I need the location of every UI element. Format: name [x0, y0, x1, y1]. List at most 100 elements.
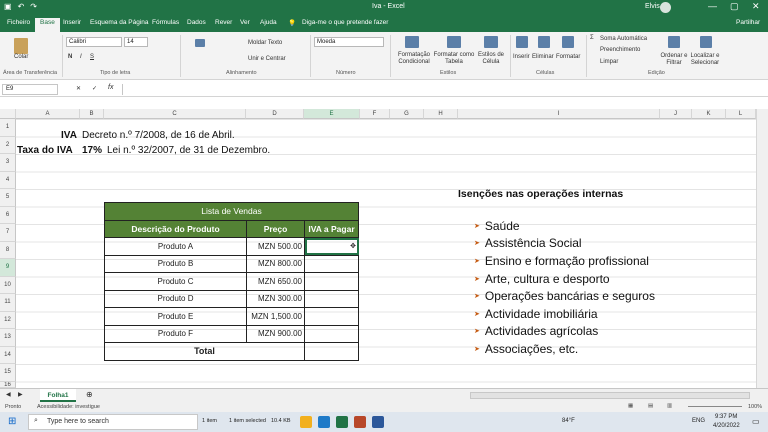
font-size-combo[interactable]: 14	[124, 37, 148, 47]
product-name-cell[interactable]: Produto B	[104, 254, 247, 273]
find-select-button[interactable]: Localizar e Selecionar	[688, 53, 722, 67]
clear-button[interactable]: Limpar	[600, 59, 618, 65]
iva-cell[interactable]	[304, 307, 359, 326]
column-header[interactable]: L	[726, 109, 756, 119]
avatar[interactable]	[660, 2, 671, 13]
row-header[interactable]: 5	[0, 189, 16, 207]
sort-filter-icon[interactable]	[668, 36, 680, 48]
product-name-cell[interactable]: Produto A	[104, 237, 247, 256]
row-header[interactable]: 6	[0, 206, 16, 224]
product-name-cell[interactable]: Produto F	[104, 324, 247, 343]
tab-file[interactable]: Ficheiro	[7, 19, 30, 26]
font-name-combo[interactable]: Calibri	[66, 37, 122, 47]
minimize-button[interactable]: —	[708, 1, 717, 11]
delete-cells-icon[interactable]	[538, 36, 550, 48]
row-header[interactable]: 15	[0, 364, 16, 382]
share-button[interactable]: Partilhar	[736, 19, 760, 26]
user-name[interactable]: Elvis	[645, 3, 660, 10]
windows-start-icon[interactable]: ⊞	[8, 416, 16, 427]
cancel-icon[interactable]: ✕	[76, 85, 81, 92]
undo-icon[interactable]: ↶	[18, 2, 25, 11]
close-button[interactable]: ✕	[752, 1, 760, 12]
tab-home[interactable]: Base	[35, 18, 60, 32]
row-header[interactable]: 11	[0, 294, 16, 312]
vertical-scrollbar[interactable]	[756, 109, 768, 388]
horizontal-scrollbar[interactable]	[470, 392, 750, 399]
row-header[interactable]: 2	[0, 136, 16, 154]
zoom-slider[interactable]	[688, 406, 742, 407]
function-icon[interactable]: fx	[108, 84, 113, 91]
redo-icon[interactable]: ↷	[30, 2, 37, 11]
column-header[interactable]: F	[360, 109, 390, 119]
price-cell[interactable]: MZN 1,500.00	[246, 307, 305, 326]
sort-filter-button[interactable]: Ordenar e Filtrar	[660, 53, 688, 67]
row-header[interactable]: 8	[0, 241, 16, 259]
tab-help[interactable]: Ajuda	[260, 19, 277, 26]
row-header[interactable]: 7	[0, 224, 16, 242]
bold-icon[interactable]: N	[68, 54, 72, 60]
column-title-description[interactable]: Descrição do Produto	[104, 219, 247, 238]
powerpoint-icon[interactable]	[354, 416, 366, 428]
iva-cell[interactable]	[304, 272, 359, 291]
iva-cell[interactable]	[304, 324, 359, 343]
cell-styles-icon[interactable]	[484, 36, 498, 48]
row-header[interactable]: 9	[0, 259, 16, 277]
column-header[interactable]: B	[80, 109, 104, 119]
language-indicator[interactable]: ENG	[692, 418, 705, 424]
price-cell[interactable]: MZN 300.00	[246, 289, 305, 308]
select-all-corner[interactable]	[0, 109, 16, 119]
iva-cell-selected[interactable]: ✥	[304, 237, 359, 256]
autosum-button[interactable]: Soma Automática	[600, 36, 647, 42]
restore-button[interactable]: ▢	[730, 1, 739, 12]
merge-center-button[interactable]: Unir e Centrar	[248, 56, 286, 62]
page-layout-icon[interactable]: ▤	[648, 403, 653, 409]
sheet-tab[interactable]: Folha1	[40, 389, 76, 402]
edge-icon[interactable]	[318, 416, 330, 428]
page-break-icon[interactable]: ▥	[667, 403, 672, 409]
save-icon[interactable]: ▣	[4, 2, 12, 11]
conditional-format-button[interactable]: Formatação Condicional	[394, 52, 434, 66]
accessibility-status[interactable]: Acessibilidade: investigue	[37, 404, 100, 410]
row-header[interactable]: 10	[0, 276, 16, 294]
column-header[interactable]: G	[390, 109, 424, 119]
iva-cell[interactable]	[304, 254, 359, 273]
tab-data[interactable]: Dados	[187, 19, 206, 26]
scroll-right-icon[interactable]: ▶	[18, 391, 23, 398]
total-iva-cell[interactable]	[304, 342, 359, 361]
align-icon[interactable]	[195, 39, 205, 47]
product-name-cell[interactable]: Produto D	[104, 289, 247, 308]
price-cell[interactable]: MZN 500.00	[246, 237, 305, 256]
row-header[interactable]: 1	[0, 119, 16, 137]
column-title-price[interactable]: Preço	[246, 219, 305, 238]
tab-view[interactable]: Ver	[240, 19, 250, 26]
delete-cells-button[interactable]: Eliminar	[532, 54, 554, 60]
format-table-button[interactable]: Formatar como Tabela	[432, 52, 476, 66]
paste-icon[interactable]	[14, 38, 28, 54]
autosum-icon[interactable]: Σ	[590, 35, 594, 41]
column-header[interactable]: E	[304, 109, 360, 119]
number-format-combo[interactable]: Moeda	[314, 37, 384, 47]
tell-me-box[interactable]: Diga-me o que pretende fazer	[302, 19, 388, 26]
zoom-level[interactable]: 100%	[748, 404, 762, 410]
add-sheet-icon[interactable]: ⊕	[86, 390, 93, 399]
tab-formulas[interactable]: Fórmulas	[152, 19, 179, 26]
column-header[interactable]: I	[458, 109, 660, 119]
tab-review[interactable]: Rever	[215, 19, 232, 26]
tab-insert[interactable]: Inserir	[63, 19, 81, 26]
price-cell[interactable]: MZN 900.00	[246, 324, 305, 343]
iva-cell[interactable]	[304, 289, 359, 308]
product-name-cell[interactable]: Produto E	[104, 307, 247, 326]
insert-cells-icon[interactable]	[516, 36, 528, 48]
clock-date[interactable]: 4/20/2022	[713, 423, 740, 429]
scroll-left-icon[interactable]: ◀	[6, 391, 11, 398]
format-table-icon[interactable]	[447, 36, 461, 48]
row-header[interactable]: 13	[0, 329, 16, 347]
fill-button[interactable]: Preenchimento	[600, 47, 640, 53]
product-name-cell[interactable]: Produto C	[104, 272, 247, 291]
format-cells-icon[interactable]	[562, 36, 574, 48]
conditional-format-icon[interactable]	[405, 36, 419, 48]
notification-icon[interactable]: ▭	[752, 417, 760, 426]
table-title[interactable]: Lista de Vendas	[104, 202, 359, 221]
weather-temp[interactable]: 84°F	[562, 418, 575, 424]
column-header[interactable]: H	[424, 109, 458, 119]
